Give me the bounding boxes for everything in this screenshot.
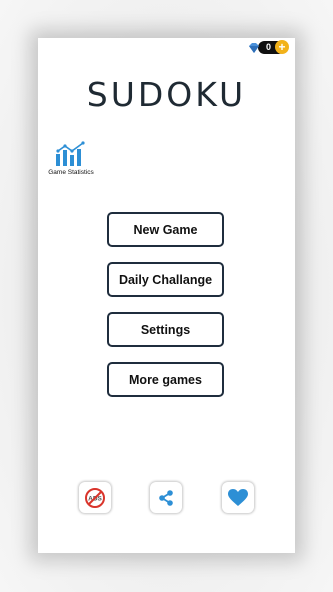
add-coins-button[interactable]: + — [275, 40, 289, 54]
settings-button[interactable]: Settings — [107, 312, 224, 347]
statistics-chart-icon — [56, 141, 85, 166]
app-title: SUDOKU — [86, 75, 247, 114]
coin-counter[interactable]: 0 + — [247, 40, 289, 54]
game-statistics-button[interactable]: Game Statistics — [40, 141, 102, 176]
gem-icon — [247, 41, 261, 53]
new-game-button[interactable]: New Game — [107, 212, 224, 247]
game-statistics-label: Game Statistics — [48, 169, 94, 176]
remove-ads-button[interactable]: ADS — [79, 482, 111, 513]
heart-icon — [228, 488, 248, 506]
daily-challenge-button[interactable]: Daily Challange — [107, 262, 224, 297]
rate-button[interactable] — [222, 482, 254, 513]
share-button[interactable] — [150, 482, 182, 513]
share-icon — [159, 489, 173, 506]
app-screen: 0 + SUDOKU Game Statistics New Game Dail… — [38, 38, 295, 553]
more-games-button[interactable]: More games — [107, 362, 224, 397]
no-ads-icon: ADS — [85, 487, 105, 508]
